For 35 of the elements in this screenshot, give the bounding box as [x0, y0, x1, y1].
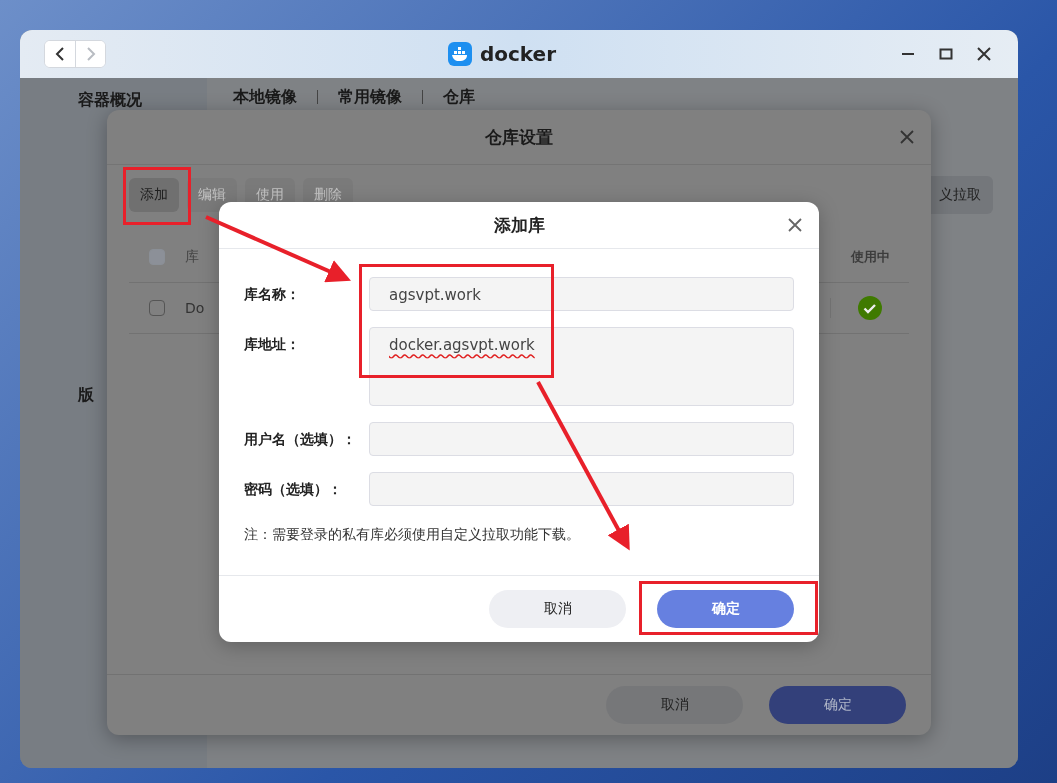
close-icon [787, 217, 803, 233]
whale-logo-icon [447, 42, 472, 66]
input-field[interactable]: agsvpt.work [369, 277, 794, 311]
confirm-button[interactable]: 确定 [657, 590, 794, 628]
field-value: agsvpt.work [389, 286, 481, 304]
table-cell: Do [185, 300, 205, 316]
sidebar-item[interactable]: 容器概况 [78, 90, 207, 111]
field-value: docker.agsvpt.work [389, 336, 535, 354]
field-label: 库地址： [244, 335, 301, 354]
maximize-icon [939, 47, 953, 61]
tab[interactable]: 本地镜像 [233, 86, 297, 108]
cancel-button[interactable]: 取消 [489, 590, 626, 628]
row-checkbox[interactable] [149, 300, 165, 316]
dialog-title: 仓库设置 [485, 125, 553, 149]
confirm-button[interactable]: 确定 [769, 686, 906, 724]
chevron-right-icon [85, 47, 96, 61]
close-icon [899, 129, 915, 145]
tab[interactable]: 常用镜像 [338, 86, 402, 108]
dialog-title: 添加库 [493, 213, 545, 237]
cancel-button[interactable]: 取消 [606, 686, 743, 724]
window-title: docker [479, 42, 557, 66]
field-label: 库名称： [244, 285, 301, 304]
field-label: 密码（选填）： [244, 480, 343, 499]
close-icon [977, 47, 991, 61]
note-text: 注：需要登录的私有库必须使用自定义拉取功能下载。 [243, 525, 581, 544]
input-field[interactable] [369, 472, 794, 506]
annotation-box [123, 167, 191, 225]
textarea-field[interactable]: docker.agsvpt.work [369, 327, 794, 406]
column-header: 库 [185, 248, 199, 266]
tab[interactable]: 仓库 [443, 86, 475, 108]
column-header: 使用中 [849, 248, 891, 266]
input-field[interactable] [369, 422, 794, 456]
chevron-left-icon [55, 47, 65, 61]
field-label: 用户名（选填）： [244, 430, 357, 449]
toolbar-button[interactable]: 添加 [129, 178, 179, 212]
